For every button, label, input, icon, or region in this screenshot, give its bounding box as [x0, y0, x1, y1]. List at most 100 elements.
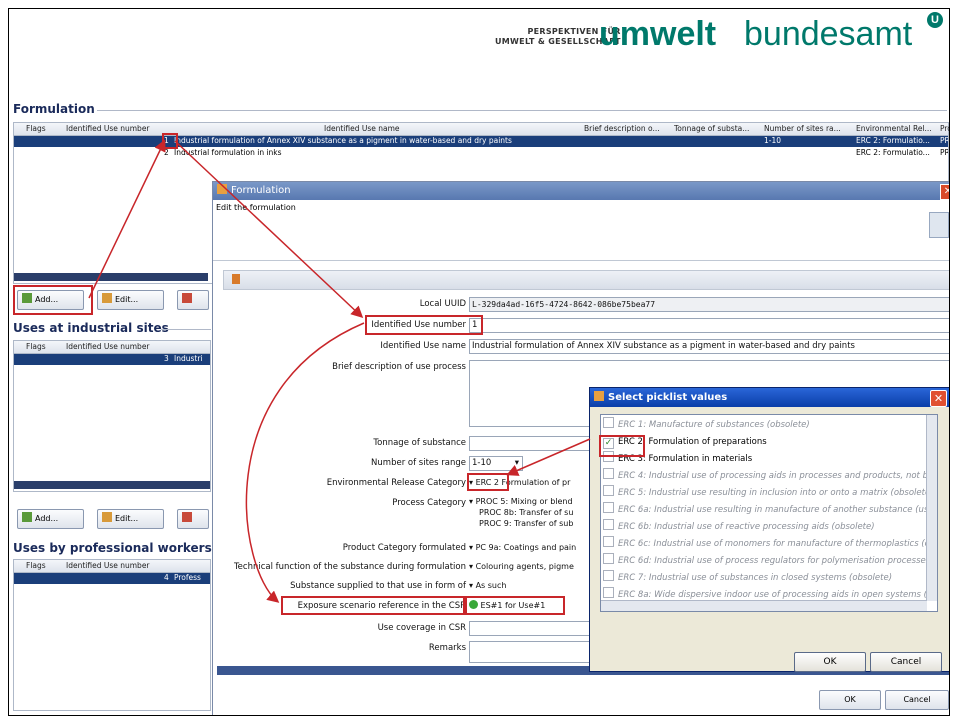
col-use-number[interactable]: Identified Use number [66, 124, 150, 133]
remarks-label: Remarks [428, 643, 466, 653]
tech-combo[interactable]: ▾ Colouring agents, pigme [469, 560, 589, 573]
edit-icon [102, 293, 112, 303]
coverage-label: Use coverage in CSR [377, 623, 466, 633]
table-row[interactable]: 1 Industrial formulation of Annex XIV su… [14, 136, 948, 147]
col-sites[interactable]: Number of sites ra... [764, 124, 852, 133]
picklist-list[interactable]: ERC 1: Manufacture of substances (obsole… [600, 414, 938, 612]
professional-section-title: Uses by professional workers [13, 541, 212, 555]
list-item[interactable]: ERC 1: Manufacture of substances (obsole… [603, 417, 810, 433]
col-flags[interactable]: Flags [26, 342, 46, 351]
col-flags[interactable]: Flags [26, 561, 46, 570]
highlight-row-number [162, 133, 178, 149]
proc-combo[interactable]: ▾ PROC 5: Mixing or blend PROC 8b: Trans… [469, 496, 589, 532]
col-erc[interactable]: Environmental Rel... [856, 124, 936, 133]
industrial-table[interactable]: Flags Identified Use number 3 Industri [13, 340, 211, 492]
cancel-button[interactable]: Cancel [870, 652, 942, 672]
horizontal-scrollbar[interactable] [14, 273, 208, 281]
checkbox[interactable] [603, 417, 614, 428]
brief-label: Brief description of use process [332, 362, 466, 372]
edit-button[interactable]: Edit... [97, 290, 164, 310]
professional-table-header: Flags Identified Use number [14, 560, 210, 573]
col-pro[interactable]: Pro [940, 124, 949, 133]
table-row[interactable]: 3 Industri [14, 354, 210, 365]
checkbox[interactable] [603, 485, 614, 496]
list-item[interactable]: ERC 6b: Industrial use of reactive proce… [603, 519, 875, 535]
row-name: Industrial formulation of Annex XIV subs… [174, 136, 512, 145]
checkbox[interactable] [603, 519, 614, 530]
local-uuid-field: L-329da4ad-16f5-4724-8642-086be75bea77 [469, 297, 949, 312]
col-flags[interactable]: Flags [26, 124, 46, 133]
tech-label: Technical function of the substance duri… [233, 562, 466, 572]
use-name-field[interactable]: Industrial formulation of Annex XIV subs… [469, 339, 949, 354]
delete-icon [182, 512, 192, 522]
pc-label: Product Category formulated [342, 543, 466, 553]
checkbox[interactable] [603, 502, 614, 513]
logo-bundesamt: bundesamt [744, 15, 913, 53]
highlight-use-number [365, 315, 483, 335]
horizontal-scrollbar[interactable] [601, 600, 927, 611]
checkbox[interactable] [603, 553, 614, 564]
table-row[interactable]: 4 Profess [14, 573, 210, 584]
dropdown-icon: ▾ [469, 581, 474, 590]
table-row[interactable]: 2 Industrial formulation in inks ERC 2: … [14, 148, 948, 159]
picklist-dialog: Select picklist values ✕ ERC 1: Manufact… [589, 387, 949, 672]
pc-combo[interactable]: ▾ PC 9a: Coatings and pain [469, 541, 589, 554]
list-item[interactable]: ERC 4: Industrial use of processing aids… [603, 468, 933, 484]
supplied-label: Substance supplied to that use in form o… [290, 581, 466, 591]
checkbox[interactable] [603, 468, 614, 479]
picklist-titlebar[interactable]: Select picklist values ✕ [590, 388, 949, 407]
horizontal-scrollbar[interactable] [14, 481, 210, 489]
app-icon [217, 184, 227, 194]
professional-table[interactable]: Flags Identified Use number 4 Profess [13, 559, 211, 711]
row-pro: PRO [940, 136, 948, 145]
checkbox[interactable] [603, 570, 614, 581]
row-pro: PRO [940, 148, 948, 157]
dialog-title: Formulation [231, 185, 291, 196]
coverage-field[interactable] [469, 621, 593, 636]
logo-mark-icon: U [927, 12, 943, 28]
edit-button[interactable]: Edit... [97, 509, 164, 529]
col-brief[interactable]: Brief description o... [584, 124, 669, 133]
cancel-button[interactable]: Cancel [885, 690, 949, 710]
ok-button[interactable]: OK [819, 690, 881, 710]
vertical-scrollbar[interactable] [926, 415, 937, 601]
ok-button[interactable]: OK [794, 652, 866, 672]
tonnage-label: Tonnage of substance [373, 438, 466, 448]
col-use-number[interactable]: Identified Use number [66, 561, 150, 570]
dropdown-icon: ▾ [469, 543, 474, 552]
col-tonnage[interactable]: Tonnage of substa... [674, 124, 759, 133]
close-icon[interactable]: ✕ [940, 184, 949, 200]
dialog-titlebar[interactable]: Formulation ✕ [213, 182, 949, 200]
checkbox[interactable] [603, 587, 614, 598]
industrial-section-title: Uses at industrial sites [13, 321, 169, 335]
edit-icon [102, 512, 112, 522]
highlight-es-label [281, 596, 465, 615]
highlight-erc [467, 473, 509, 491]
delete-button[interactable] [177, 509, 209, 529]
highlight-erc2 [599, 435, 645, 457]
add-button[interactable]: Add... [17, 509, 84, 529]
section-divider [161, 329, 211, 330]
use-number-field[interactable]: 1 [469, 318, 949, 333]
dropdown-icon: ▾ [469, 497, 474, 506]
list-item[interactable]: ERC 6a: Industrial use resulting in manu… [603, 502, 934, 518]
remarks-field[interactable] [469, 641, 593, 663]
supplied-combo[interactable]: ▾ As such [469, 579, 589, 592]
col-use-number[interactable]: Identified Use number [66, 342, 150, 351]
delete-button[interactable] [177, 290, 209, 310]
list-item[interactable]: ERC 6d: Industrial use of process regula… [603, 553, 930, 569]
list-item[interactable]: ERC 6c: Industrial use of monomers for m… [603, 536, 932, 552]
list-item[interactable]: ERC 7: Industrial use of substances in c… [603, 570, 892, 586]
list-item[interactable]: ERC 5: Industrial use resulting in inclu… [603, 485, 934, 501]
sites-select[interactable]: 1-10 ▾ [469, 456, 523, 471]
formulation-table-header: Flags Identified Use number Identified U… [14, 123, 949, 136]
close-icon[interactable]: ✕ [930, 390, 947, 407]
col-use-name[interactable]: Identified Use name [324, 124, 400, 133]
local-uuid-label: Local UUID [419, 299, 466, 309]
use-name-label: Identified Use name [380, 341, 466, 351]
checkbox[interactable] [603, 536, 614, 547]
flag-icon[interactable] [232, 274, 240, 284]
row-name: Industrial formulation in inks [174, 148, 282, 157]
row-number: 2 [164, 148, 169, 157]
industrial-table-header: Flags Identified Use number [14, 341, 210, 354]
